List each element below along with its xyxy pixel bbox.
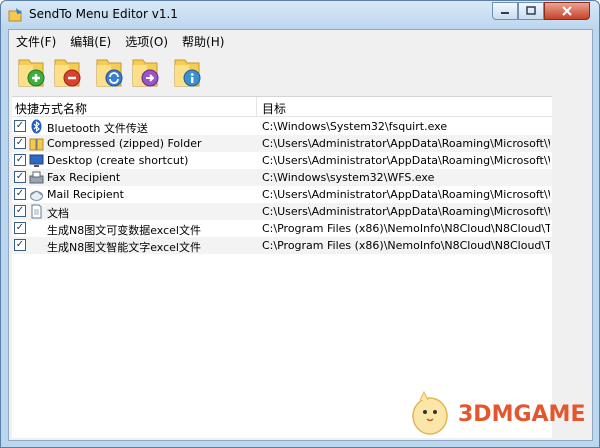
menu-file[interactable]: 文件(F) xyxy=(9,30,63,50)
row-name: 生成N8图文智能文字excel文件 xyxy=(47,241,201,254)
list-item[interactable]: ✓ 文档 C:\Users\Administrator\AppData\Roam… xyxy=(12,203,552,220)
watermark-text: 3DMGAME xyxy=(458,402,586,427)
row-checkbox[interactable]: ✓ xyxy=(14,120,26,132)
row-target: C:\Windows\system32\WFS.exe xyxy=(262,171,435,184)
list-item[interactable]: ✓ Mail Recipient C:\Users\Administrator\… xyxy=(12,186,552,203)
fax-icon xyxy=(29,171,44,184)
refresh-button[interactable] xyxy=(93,54,127,90)
window-title: SendTo Menu Editor v1.1 xyxy=(29,7,178,21)
list-header: 快捷方式名称 目标 xyxy=(12,97,552,117)
info-icon xyxy=(174,59,201,87)
row-checkbox[interactable]: ✓ xyxy=(14,154,26,166)
row-checkbox[interactable]: ✓ xyxy=(14,222,26,234)
remove-button[interactable] xyxy=(51,54,85,90)
row-name: Fax Recipient xyxy=(47,171,121,184)
row-name: Desktop (create shortcut) xyxy=(47,154,189,167)
column-header-name[interactable]: 快捷方式名称 xyxy=(12,97,257,117)
close-icon xyxy=(562,6,572,16)
add-button[interactable] xyxy=(15,54,49,90)
app-icon xyxy=(8,8,22,22)
menu-edit[interactable]: 编辑(E) xyxy=(63,30,118,50)
menu-help[interactable]: 帮助(H) xyxy=(175,30,231,50)
row-checkbox[interactable]: ✓ xyxy=(14,171,26,183)
maximize-icon xyxy=(526,6,536,15)
bluetooth-icon xyxy=(31,119,42,134)
row-name: Compressed (zipped) Folder xyxy=(47,137,202,150)
row-name: 生成N8图文可变数据excel文件 xyxy=(47,224,201,237)
menu-options[interactable]: 选项(O) xyxy=(118,30,175,50)
row-target: C:\Program Files (x86)\NemoInfo\N8Cloud\… xyxy=(262,222,550,235)
maximize-button[interactable] xyxy=(518,2,544,20)
toolbar xyxy=(9,50,592,94)
list-item[interactable]: ✓ Bluetooth 文件传送 C:\Windows\System32\fsq… xyxy=(12,118,552,135)
row-target: C:\Windows\System32\fsquirt.exe xyxy=(262,120,448,133)
row-checkbox[interactable]: ✓ xyxy=(14,188,26,200)
list-item[interactable]: ✓ Fax Recipient C:\Windows\system32\WFS.… xyxy=(12,169,552,186)
info-button[interactable] xyxy=(171,54,205,90)
mail-icon xyxy=(30,190,43,201)
menu-bar: 文件(F) 编辑(E) 选项(O) 帮助(H) xyxy=(9,30,592,50)
send-button[interactable] xyxy=(129,54,163,90)
row-checkbox[interactable]: ✓ xyxy=(14,239,26,251)
minimize-button[interactable] xyxy=(492,2,518,20)
close-button[interactable] xyxy=(544,2,590,20)
row-target: C:\Users\Administrator\AppData\Roaming\M… xyxy=(262,205,550,218)
row-name: 文档 xyxy=(47,207,69,220)
mascot-icon xyxy=(412,390,448,435)
row-target: C:\Program Files (x86)\NemoInfo\N8Cloud\… xyxy=(262,239,550,252)
column-header-target[interactable]: 目标 xyxy=(259,97,552,117)
zip-folder-icon xyxy=(29,138,44,151)
document-icon xyxy=(31,204,42,219)
row-name: Mail Recipient xyxy=(47,188,124,201)
row-target: C:\Users\Administrator\AppData\Roaming\M… xyxy=(262,137,550,150)
refresh-icon xyxy=(96,59,123,87)
row-checkbox[interactable]: ✓ xyxy=(14,137,26,149)
add-icon xyxy=(18,59,45,87)
row-name: Bluetooth 文件传送 xyxy=(47,122,148,135)
row-checkbox[interactable]: ✓ xyxy=(14,205,26,217)
list-item[interactable]: ✓ Compressed (zipped) Folder C:\Users\Ad… xyxy=(12,135,552,152)
send-icon xyxy=(132,59,159,87)
list-item[interactable]: ✓ 生成N8图文智能文字excel文件 C:\Program Files (x8… xyxy=(12,237,552,254)
remove-icon xyxy=(54,59,81,87)
list-item[interactable]: ✓ 生成N8图文可变数据excel文件 C:\Program Files (x8… xyxy=(12,220,552,237)
title-bar[interactable]: SendTo Menu Editor v1.1 xyxy=(1,1,599,29)
row-target: C:\Users\Administrator\AppData\Roaming\M… xyxy=(262,154,550,167)
app-window: SendTo Menu Editor v1.1 文件(F) 编辑(E) 选项(O… xyxy=(0,0,600,448)
list-item[interactable]: ✓ Desktop (create shortcut) C:\Users\Adm… xyxy=(12,152,552,169)
watermark-logo: 3DMGAME xyxy=(406,386,596,442)
desktop-icon xyxy=(29,154,44,167)
client-area: 文件(F) 编辑(E) 选项(O) 帮助(H) 快捷方式名称 目标 ✓ Blue… xyxy=(8,29,593,441)
minimize-icon xyxy=(501,12,509,14)
row-target: C:\Users\Administrator\AppData\Roaming\M… xyxy=(262,188,550,201)
